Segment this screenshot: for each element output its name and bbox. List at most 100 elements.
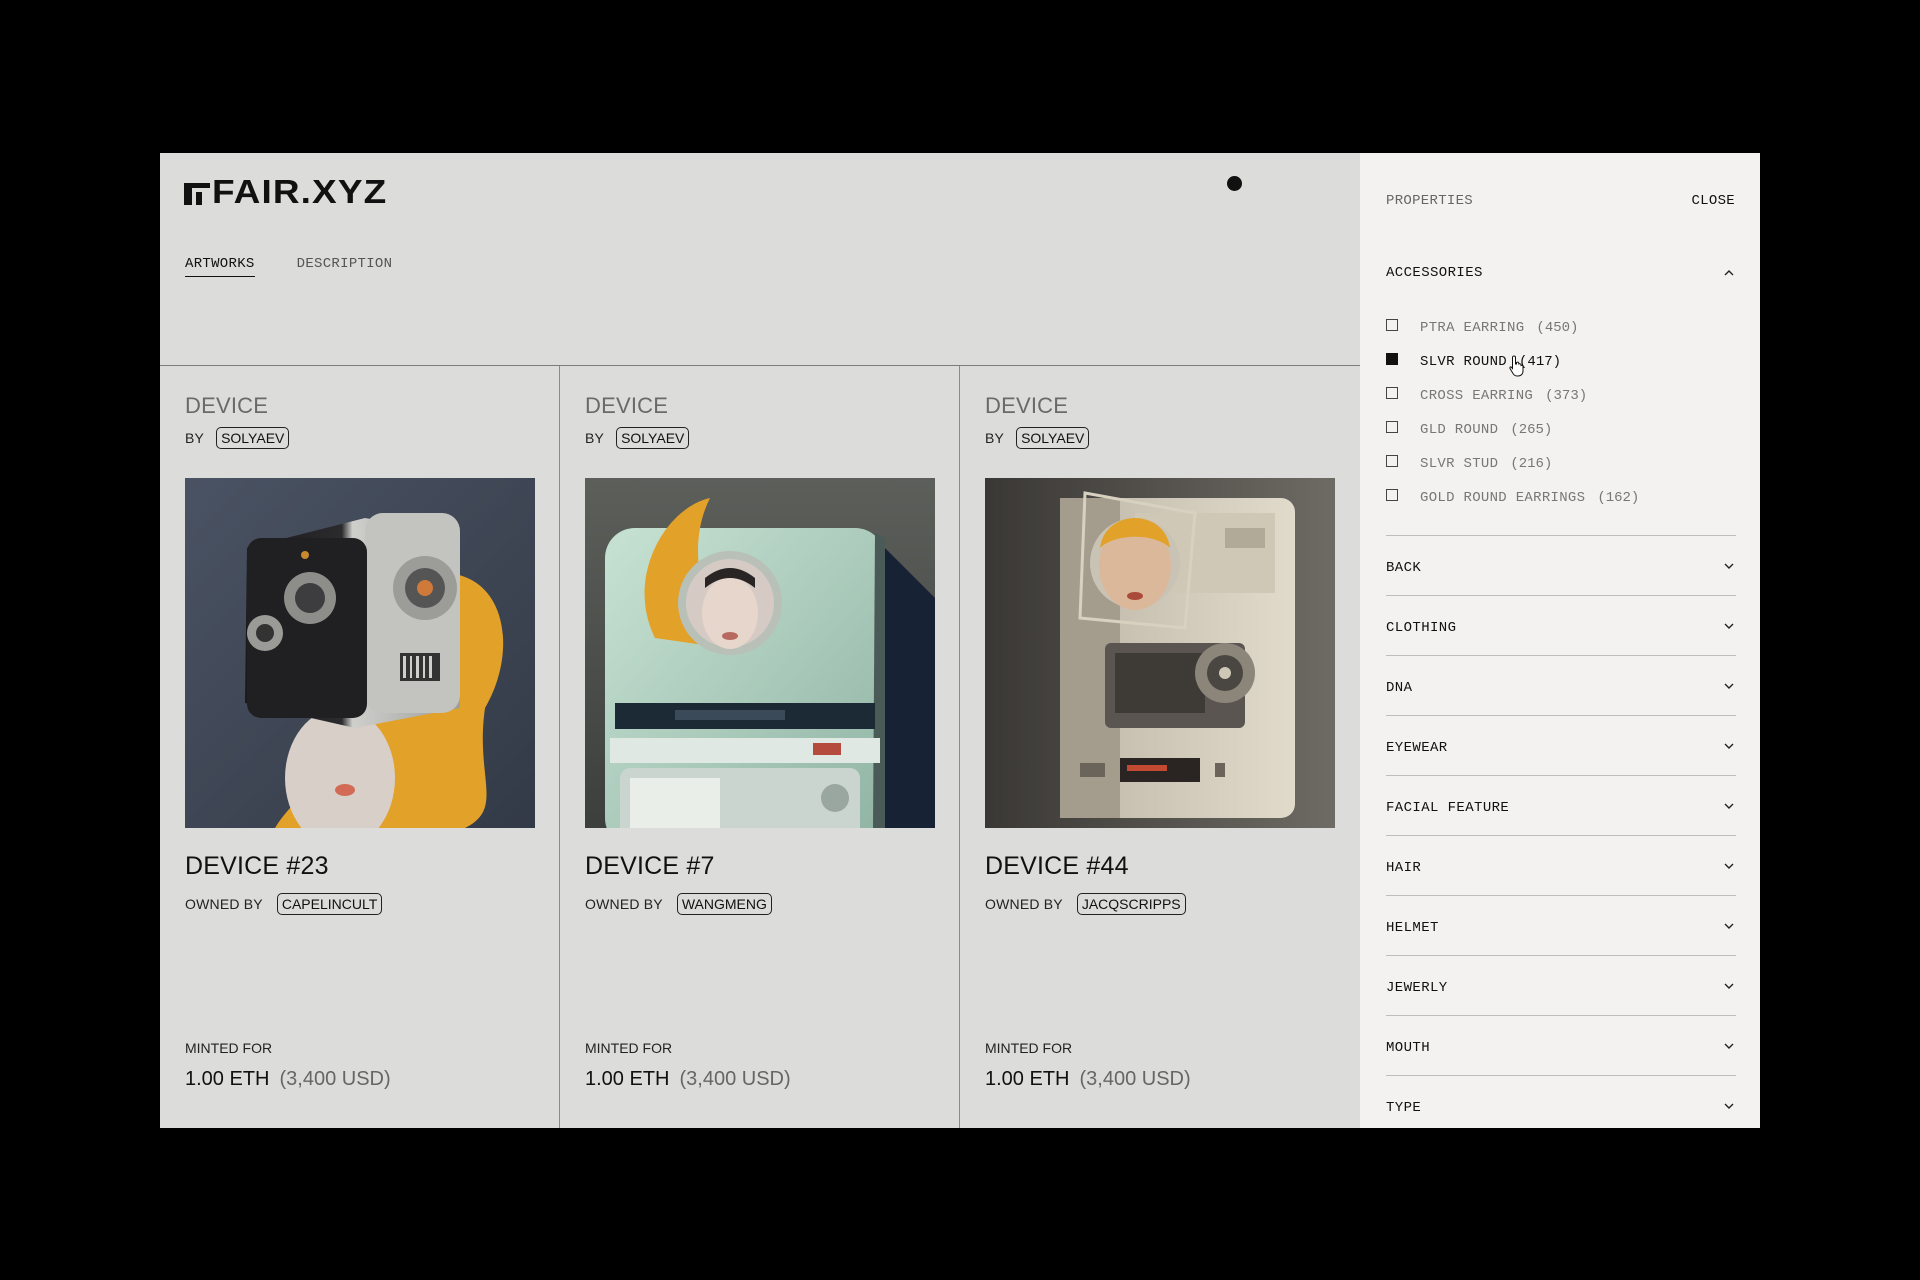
artwork-card[interactable]: DEVICE BY SOLYAEV [960, 366, 1360, 1128]
checkbox[interactable] [1386, 353, 1398, 365]
panel-title: PROPERTIES [1386, 193, 1474, 209]
filter-option-gld-round[interactable]: GLD ROUND (265) [1386, 413, 1639, 447]
by-label: BY [985, 430, 1005, 446]
tab-description[interactable]: DESCRIPTION [297, 256, 393, 277]
owner-tag[interactable]: WANGMENG [676, 893, 772, 915]
accordion-eyewear[interactable]: EYEWEAR [1386, 715, 1736, 775]
artwork-image[interactable] [585, 478, 935, 828]
collection-name: DEVICE [185, 393, 269, 418]
accordion-type[interactable]: TYPE [1386, 1075, 1736, 1128]
accordion-back[interactable]: BACK [1386, 535, 1736, 595]
checkbox[interactable] [1386, 455, 1398, 467]
option-count: (373) [1545, 388, 1588, 404]
checkbox[interactable] [1386, 387, 1398, 399]
artwork-title: DEVICE #44 [985, 852, 1129, 880]
chevron-down-icon [1724, 983, 1734, 989]
minted-label: MINTED FOR [185, 1040, 273, 1056]
pointer-hand-icon [1509, 355, 1524, 377]
option-label: GLD ROUND [1420, 422, 1499, 438]
chevron-down-icon [1724, 923, 1734, 929]
accordion-label: DNA [1386, 679, 1413, 696]
accordion-helmet[interactable]: HELMET [1386, 895, 1736, 955]
artwork-card[interactable]: DEVICE BY SOLYAEV [560, 366, 960, 1128]
creator-tag[interactable]: SOLYAEV [616, 427, 690, 449]
option-label: CROSS EARRING [1420, 388, 1534, 404]
owner-row: OWNED BY JACQSCRIPPS [985, 893, 1186, 915]
owned-by-label: OWNED BY [585, 896, 663, 912]
accordion-facial-feature[interactable]: FACIAL FEATURE [1386, 775, 1736, 835]
filter-option-slvr-stud[interactable]: SLVR STUD (216) [1386, 447, 1639, 481]
option-label: PTRA EARRING [1420, 320, 1525, 336]
option-count: (216) [1510, 456, 1553, 472]
price-row: 1.00 ETH (3,400 USD) [585, 1068, 791, 1091]
price-row: 1.00 ETH (3,400 USD) [185, 1068, 391, 1091]
creator-tag[interactable]: SOLYAEV [216, 427, 290, 449]
price-eth: 1.00 ETH [585, 1068, 670, 1090]
checkbox[interactable] [1386, 489, 1398, 501]
option-count: (450) [1536, 320, 1579, 336]
filter-option-cross-earring[interactable]: CROSS EARRING (373) [1386, 379, 1639, 413]
logo-text: FAIR.XYZ [212, 173, 388, 210]
chevron-down-icon [1724, 863, 1734, 869]
accordion-label: HELMET [1386, 919, 1439, 936]
by-label: BY [185, 430, 205, 446]
accordion-label: BACK [1386, 559, 1422, 576]
properties-panel: PROPERTIES CLOSE ACCESSORIES PTRA EARRIN… [1360, 153, 1760, 1128]
creator-row: BY SOLYAEV [585, 427, 690, 449]
checkbox[interactable] [1386, 319, 1398, 331]
owned-by-label: OWNED BY [185, 896, 263, 912]
owner-tag[interactable]: JACQSCRIPPS [1076, 893, 1186, 915]
filter-option-gold-round-earrings[interactable]: GOLD ROUND EARRINGS (162) [1386, 481, 1639, 515]
accordion-label: JEWERLY [1386, 979, 1448, 996]
chevron-down-icon [1724, 803, 1734, 809]
accordion-accessories[interactable]: ACCESSORIES [1386, 265, 1736, 281]
accordion-label: MOUTH [1386, 1039, 1431, 1056]
artwork-image[interactable] [985, 478, 1335, 828]
filter-options: PTRA EARRING (450) SLVR ROUND (417) CROS… [1386, 311, 1639, 515]
artwork-title: DEVICE #23 [185, 852, 329, 880]
logo[interactable]: FAIR.XYZ [184, 175, 386, 208]
collection-name: DEVICE [985, 393, 1069, 418]
status-dot [1227, 176, 1242, 191]
artwork-card[interactable]: DEVICE BY SOLYAEV [160, 366, 560, 1128]
collection-name: DEVICE [585, 393, 669, 418]
minted-label: MINTED FOR [985, 1040, 1073, 1056]
owner-row: OWNED BY WANGMENG [585, 893, 772, 915]
artwork-image[interactable] [185, 478, 535, 828]
chevron-down-icon [1724, 563, 1734, 569]
chevron-down-icon [1724, 1043, 1734, 1049]
price-usd: (3,400 USD) [679, 1068, 791, 1090]
option-label: GOLD ROUND EARRINGS [1420, 490, 1586, 506]
price-eth: 1.00 ETH [985, 1068, 1070, 1090]
accordion-hair[interactable]: HAIR [1386, 835, 1736, 895]
close-button[interactable]: CLOSE [1691, 193, 1735, 209]
accordion-label: TYPE [1386, 1099, 1422, 1116]
app-window: FAIR.XYZ ARTWORKS DESCRIPTION DEVICE BY … [160, 153, 1760, 1128]
price-usd: (3,400 USD) [1079, 1068, 1191, 1090]
checkbox[interactable] [1386, 421, 1398, 433]
tab-artworks[interactable]: ARTWORKS [185, 256, 255, 277]
fair-logo-icon [184, 179, 210, 205]
accordion-label: CLOTHING [1386, 619, 1457, 636]
option-count: (162) [1597, 490, 1640, 506]
option-count: (265) [1510, 422, 1553, 438]
price-eth: 1.00 ETH [185, 1068, 270, 1090]
chevron-down-icon [1724, 743, 1734, 749]
artwork-grid: DEVICE BY SOLYAEV DEVICE #23 OWNED BY CA… [160, 366, 1360, 1128]
accordion-clothing[interactable]: CLOTHING [1386, 595, 1736, 655]
main-area: FAIR.XYZ ARTWORKS DESCRIPTION DEVICE BY … [160, 153, 1360, 1128]
creator-tag[interactable]: SOLYAEV [1016, 427, 1090, 449]
accordion-dna[interactable]: DNA [1386, 655, 1736, 715]
accordion-label: HAIR [1386, 859, 1422, 876]
filter-option-ptra-earring[interactable]: PTRA EARRING (450) [1386, 311, 1639, 345]
accordion-label: EYEWEAR [1386, 739, 1448, 756]
option-label: SLVR STUD [1420, 456, 1499, 472]
accordion-mouth[interactable]: MOUTH [1386, 1015, 1736, 1075]
accordion-jewerly[interactable]: JEWERLY [1386, 955, 1736, 1015]
owner-tag[interactable]: CAPELINCULT [276, 893, 383, 915]
price-usd: (3,400 USD) [279, 1068, 391, 1090]
chevron-down-icon [1724, 683, 1734, 689]
creator-row: BY SOLYAEV [185, 427, 290, 449]
accordion-label: FACIAL FEATURE [1386, 799, 1510, 816]
chevron-down-icon [1724, 623, 1734, 629]
